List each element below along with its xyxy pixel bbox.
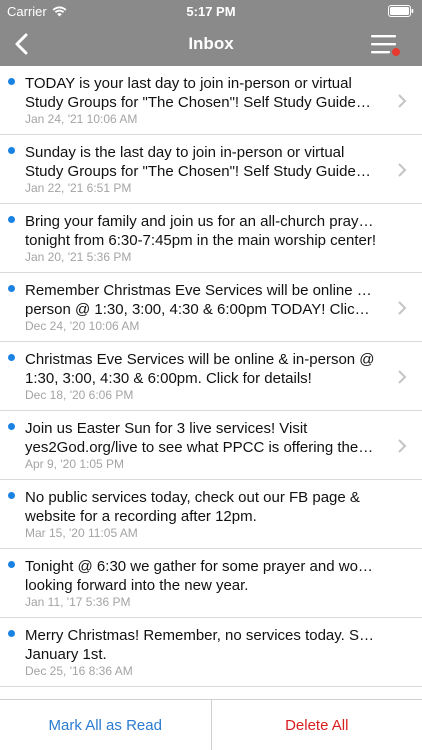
message-row[interactable]: Join us Easter Sun for 3 live services! … [0, 411, 422, 480]
message-date: Jan 22, '21 6:51 PM [25, 181, 132, 195]
unread-dot-icon [8, 492, 15, 499]
chevron-right-icon [398, 439, 407, 453]
chevron-right-icon [398, 163, 407, 177]
chevron-right-icon [398, 94, 407, 108]
unread-dot-icon [8, 630, 15, 637]
message-row[interactable]: TODAY is your last day to join in-person… [0, 66, 422, 135]
message-list: TODAY is your last day to join in-person… [0, 66, 422, 699]
unread-dot-icon [8, 216, 15, 223]
battery-icon [388, 5, 414, 17]
unread-dot-icon [8, 78, 15, 85]
unread-dot-icon [8, 354, 15, 361]
message-text-line-1: Sunday is the last day to join in-person… [25, 144, 345, 161]
delete-all-button[interactable]: Delete All [212, 700, 422, 750]
message-text-line-1: TODAY is your last day to join in-person… [25, 75, 352, 92]
bottom-action-bar: Mark All as Read Delete All [0, 699, 422, 750]
message-text-line-1: Bring your family and join us for an all… [25, 213, 377, 230]
message-date: Apr 9, '20 1:05 PM [25, 457, 125, 471]
notification-badge-icon [392, 48, 400, 56]
message-text-line-2: 1:30, 3:00, 4:30 & 6:00pm. Click for det… [25, 370, 312, 387]
message-text-line-1: Remember Christmas Eve Services will be … [25, 282, 377, 299]
message-text-line-1: Tonight @ 6:30 we gather for some prayer… [25, 558, 377, 575]
status-time: 5:17 PM [186, 4, 236, 19]
unread-dot-icon [8, 285, 15, 292]
message-text-line-2: person @ 1:30, 3:00, 4:30 & 6:00pm TODAY… [25, 301, 377, 318]
chevron-right-icon [398, 370, 407, 384]
message-date: Jan 11, '17 5:36 PM [25, 595, 131, 609]
message-row[interactable]: Tonight @ 6:30 we gather for some prayer… [0, 549, 422, 618]
message-date: Dec 24, '20 10:06 AM [25, 319, 140, 333]
nav-bar: Inbox [0, 22, 422, 66]
message-row[interactable]: Sunday is the last day to join in-person… [0, 135, 422, 204]
message-row[interactable]: Remember Christmas Eve Services will be … [0, 273, 422, 342]
message-text-line-1: Join us Easter Sun for 3 live services! … [25, 420, 308, 437]
message-date: Jan 24, '21 10:06 AM [25, 112, 138, 126]
message-date: Jan 20, '21 5:36 PM [25, 250, 132, 264]
message-text-line-2: Study Groups for "The Chosen"! Self Stud… [25, 94, 377, 111]
message-text-line-2: Study Groups for "The Chosen"! Self Stud… [25, 163, 377, 180]
message-text-line-2: January 1st. [25, 646, 107, 663]
unread-dot-icon [8, 561, 15, 568]
unread-dot-icon [8, 423, 15, 430]
message-date: Dec 18, '20 6:06 PM [25, 388, 134, 402]
menu-icon[interactable] [370, 32, 402, 58]
message-text-line-2: yes2God.org/live to see what PPCC is off… [25, 439, 377, 456]
message-date: Dec 25, '16 8:36 AM [25, 664, 133, 678]
message-text-line-1: Merry Christmas! Remember, no services t… [25, 627, 377, 644]
message-date: Mar 15, '20 11:05 AM [25, 526, 138, 540]
message-text-line-2: tonight from 6:30-7:45pm in the main wor… [25, 232, 377, 249]
message-row[interactable]: Christmas Eve Services will be online & … [0, 342, 422, 411]
chevron-right-icon [398, 301, 407, 315]
page-title: Inbox [188, 34, 234, 53]
message-row[interactable]: Bring your family and join us for an all… [0, 204, 422, 273]
message-text-line-2: looking forward into the new year. [25, 577, 249, 594]
message-row[interactable]: No public services today, check out our … [0, 480, 422, 549]
mark-all-read-button[interactable]: Mark All as Read [0, 700, 212, 750]
message-text-line-1: No public services today, check out our … [25, 489, 360, 506]
unread-dot-icon [8, 147, 15, 154]
message-row[interactable]: Merry Christmas! Remember, no services t… [0, 618, 422, 687]
status-bar: Carrier 5:17 PM [0, 0, 422, 22]
message-text-line-1: Christmas Eve Services will be online & … [25, 351, 375, 368]
message-text-line-2: website for a recording after 12pm. [25, 508, 257, 525]
